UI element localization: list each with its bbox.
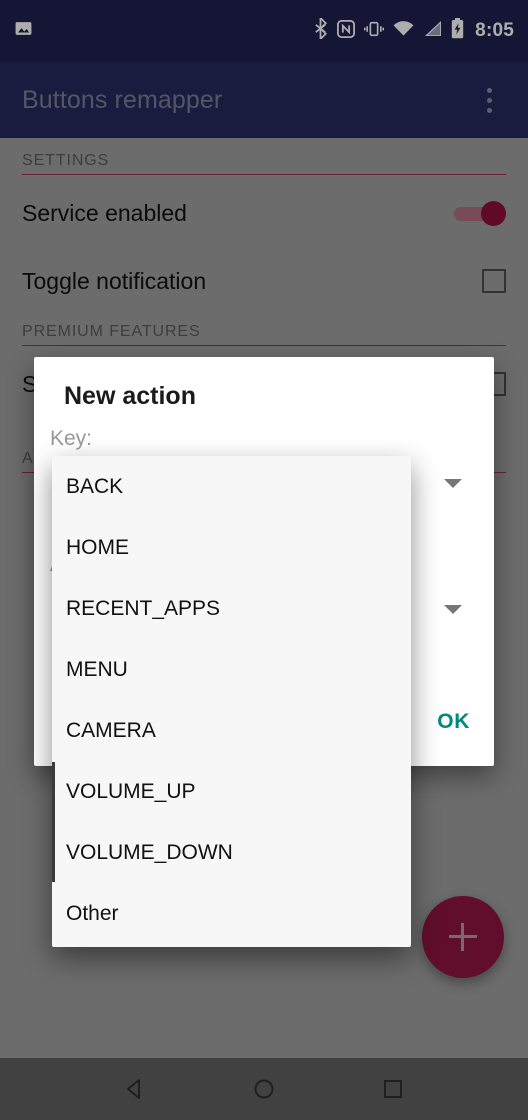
overflow-dot xyxy=(486,97,492,103)
list-item[interactable]: BACK xyxy=(52,456,411,517)
nfc-icon xyxy=(337,19,356,44)
back-triangle-icon xyxy=(126,1079,140,1099)
section-header-premium: PREMIUM FEATURES xyxy=(22,323,201,340)
chevron-down-icon xyxy=(444,605,462,614)
overflow-menu-icon[interactable] xyxy=(472,78,506,122)
overflow-dot xyxy=(486,107,492,113)
pref-row-service-enabled[interactable]: Service enabled xyxy=(0,181,528,245)
dropdown-scrollbar[interactable] xyxy=(52,762,55,882)
recents-square-icon xyxy=(384,1080,403,1098)
status-bar-clock: 8:05 xyxy=(475,20,514,41)
key-dropdown-popup[interactable]: BACK HOME RECENT_APPS MENU CAMERA VOLUME… xyxy=(52,456,411,947)
list-item[interactable]: RECENT_APPS xyxy=(52,578,411,639)
status-bar: 8:05 xyxy=(0,0,528,62)
status-bar-system-icons: 8:05 xyxy=(313,17,514,44)
section-divider xyxy=(22,174,506,175)
battery-charging-icon xyxy=(451,18,464,44)
add-action-fab[interactable] xyxy=(422,896,504,978)
nav-back-button[interactable] xyxy=(105,1058,165,1120)
phone-screen: 8:05 Buttons remapper SETTINGS Service e… xyxy=(0,0,528,1120)
cell-signal-icon xyxy=(423,20,442,42)
status-bar-notifications xyxy=(14,19,33,43)
app-bar: Buttons remapper xyxy=(0,62,528,138)
pref-row-toggle-notification[interactable]: Toggle notification xyxy=(0,249,528,313)
wifi-icon xyxy=(393,20,414,42)
list-item[interactable]: MENU xyxy=(52,639,411,700)
overflow-dot xyxy=(486,87,492,93)
pref-label: Service enabled xyxy=(22,199,187,226)
nav-home-button[interactable] xyxy=(234,1058,294,1120)
list-item[interactable]: HOME xyxy=(52,517,411,578)
ok-button[interactable]: OK xyxy=(437,710,470,734)
home-circle-icon xyxy=(254,1079,274,1099)
pref-label: Toggle notification xyxy=(22,267,207,294)
list-item[interactable]: VOLUME_UP xyxy=(52,761,411,822)
list-item[interactable]: CAMERA xyxy=(52,700,411,761)
nav-recents-button[interactable] xyxy=(363,1058,423,1120)
toggle-notification-checkbox[interactable] xyxy=(482,269,506,293)
switch-thumb xyxy=(481,201,506,226)
dialog-title: New action xyxy=(64,382,196,410)
navigation-bar xyxy=(0,1058,528,1120)
vibrate-icon xyxy=(364,19,385,44)
key-label: Key: xyxy=(50,427,93,450)
plus-icon xyxy=(448,922,478,952)
service-enabled-switch[interactable] xyxy=(454,201,506,226)
section-divider xyxy=(22,345,506,346)
list-item[interactable]: Other xyxy=(52,883,411,944)
list-item[interactable]: VOLUME_DOWN xyxy=(52,822,411,883)
app-title: Buttons remapper xyxy=(22,85,223,114)
image-icon xyxy=(14,19,33,43)
bluetooth-icon xyxy=(313,17,328,44)
section-header-settings: SETTINGS xyxy=(22,152,110,169)
chevron-down-icon xyxy=(444,479,462,488)
